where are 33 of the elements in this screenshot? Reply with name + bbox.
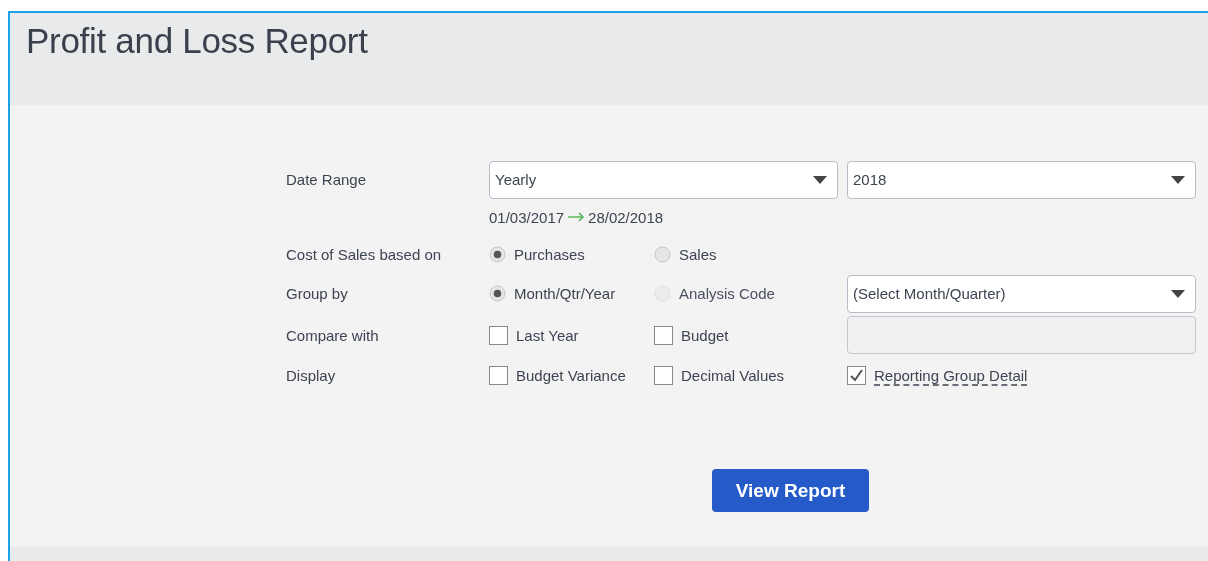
range-end-date: 28/02/2018 bbox=[588, 208, 664, 226]
checkbox[interactable] bbox=[654, 365, 673, 385]
dropdown-caret-icon bbox=[1171, 175, 1185, 184]
radio-label: Sales bbox=[679, 245, 717, 263]
checkbox[interactable] bbox=[489, 325, 508, 345]
period-select[interactable]: Yearly bbox=[489, 160, 838, 199]
checkbox-label: Last Year bbox=[516, 326, 579, 344]
radio-label: Purchases bbox=[514, 245, 585, 263]
checkbox[interactable] bbox=[654, 325, 673, 345]
dropdown-caret-icon bbox=[813, 175, 827, 184]
radio-label: Month/Qtr/Year bbox=[514, 285, 616, 302]
field-label: Cost of Sales based on bbox=[286, 245, 442, 263]
field-label: Display bbox=[286, 366, 336, 384]
radio-button[interactable] bbox=[489, 245, 506, 263]
radio-label: Analysis Code bbox=[679, 285, 775, 302]
dropdown-caret-icon bbox=[1171, 289, 1185, 298]
arrow-right-icon bbox=[567, 212, 586, 222]
field-label: Date Range bbox=[286, 171, 367, 188]
month-quarter-select[interactable]: (Select Month/Quarter) bbox=[847, 274, 1196, 313]
field-label: Group by bbox=[286, 285, 348, 302]
checkbox-label: Budget bbox=[681, 326, 729, 344]
page-title: Profit and Loss Report bbox=[26, 21, 368, 61]
field-label: Compare with bbox=[286, 326, 379, 344]
radio-button[interactable] bbox=[654, 245, 671, 263]
checkbox[interactable] bbox=[847, 365, 866, 385]
checkbox-label: Budget Variance bbox=[516, 366, 626, 384]
radio-button[interactable] bbox=[489, 285, 506, 302]
year-select[interactable]: 2018 bbox=[847, 160, 1196, 199]
checkbox-label: Reporting Group Detail bbox=[874, 366, 1028, 384]
range-start-date: 01/03/2017 bbox=[489, 208, 565, 226]
checkbox[interactable] bbox=[489, 365, 508, 385]
view-report-button[interactable]: View Report bbox=[712, 469, 869, 512]
checkbox-label: Decimal Values bbox=[681, 366, 785, 384]
